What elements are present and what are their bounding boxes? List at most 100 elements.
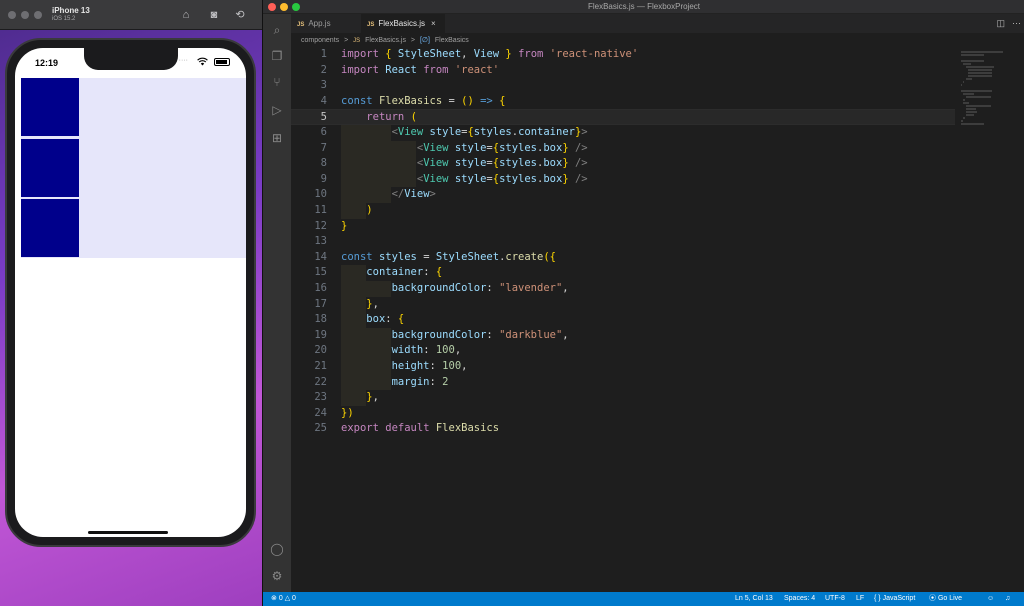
signal-dots: ···· — [178, 57, 188, 64]
line-number: 21 — [314, 360, 327, 372]
split-editor-icon[interactable]: ◫ — [996, 18, 1005, 29]
line-number: 13 — [314, 235, 327, 248]
breadcrumb-separator: > — [344, 37, 349, 44]
code-line[interactable]: 11 ) — [291, 203, 955, 219]
warning-count: 0 — [292, 595, 296, 602]
code-line[interactable]: 18 box: { — [291, 312, 955, 328]
app-box-3 — [21, 199, 79, 257]
code-line[interactable]: 10 </View> — [291, 187, 955, 203]
code-line[interactable]: 4 const FlexBasics = () => { — [291, 94, 955, 110]
breadcrumb-symbol[interactable]: FlexBasics — [435, 37, 469, 44]
code-line[interactable]: 19 backgroundColor: "darkblue", — [291, 328, 955, 344]
app-box-1 — [21, 78, 79, 136]
notifications-icon[interactable]: ♫ — [1005, 592, 1010, 606]
problems-indicator[interactable]: ⊗ 0 △ 0 — [271, 592, 296, 606]
line-number: 4 — [320, 94, 327, 107]
simulator-titlebar: iPhone 13 iOS 15.2 ⌂ ◙ ⟲ — [0, 0, 262, 30]
code-line[interactable]: 6 <View style={styles.container}> — [291, 125, 955, 141]
activity-bar: ⌕ ❐ ⑂ ▷ ⊞ ◯ ⚙ — [263, 14, 291, 592]
iphone-frame: 12:19 ···· — [5, 38, 256, 547]
source-control-icon[interactable]: ⑂ — [269, 74, 285, 90]
code-line[interactable]: 17 }, — [291, 297, 955, 313]
minimap-line — [961, 60, 985, 62]
code-line[interactable]: 16 backgroundColor: "lavender", — [291, 281, 955, 297]
minimize-window-button[interactable] — [21, 11, 29, 19]
code-line[interactable]: 7 <View style={styles.box} /> — [291, 141, 955, 157]
code-line[interactable]: 25 export default FlexBasics — [291, 421, 955, 437]
code-line[interactable]: 5 return ( — [291, 109, 955, 125]
code-line[interactable]: 13 — [291, 234, 955, 250]
minimap-line — [961, 51, 1004, 53]
minimap-line — [965, 114, 974, 116]
editor-tab-bar: JS App.js JS FlexBasics.js × ◫ ⋯ — [291, 14, 1024, 33]
code-line[interactable]: 12} — [291, 219, 955, 235]
go-live-button[interactable]: ⦿ Go Live — [929, 592, 962, 606]
breadcrumb: components > JS FlexBasics.js > [∅] Flex… — [291, 34, 1024, 47]
breadcrumb-folder[interactable]: components — [301, 37, 339, 44]
feedback-icon[interactable]: ☺ — [987, 592, 994, 606]
line-number: 7 — [320, 141, 327, 154]
error-icon: ⊗ — [271, 595, 277, 602]
minimap-line — [963, 117, 966, 119]
code-line[interactable]: 23 }, — [291, 390, 955, 406]
vscode-window: FlexBasics.js — FlexboxProject ⌕ ❐ ⑂ ▷ ⊞… — [262, 0, 1024, 606]
code-text: <View style={styles.box} /> — [416, 141, 588, 154]
minimap-line — [965, 111, 977, 113]
code-line[interactable]: 8 <View style={styles.box} /> — [291, 156, 955, 172]
home-icon[interactable]: ⌂ — [179, 8, 193, 22]
extensions-icon[interactable]: ⊞ — [269, 130, 285, 146]
code-line[interactable]: 20 width: 100, — [291, 343, 955, 359]
line-number: 23 — [314, 391, 327, 404]
home-indicator[interactable] — [88, 531, 168, 534]
encoding-setting[interactable]: UTF-8 — [825, 592, 845, 606]
tab-flexbasics-js[interactable]: JS FlexBasics.js × — [361, 14, 445, 33]
indentation-setting[interactable]: Spaces: 4 — [784, 592, 815, 606]
wifi-icon — [197, 57, 208, 66]
status-time: 12:19 — [35, 58, 59, 68]
code-text: const FlexBasics = () => { — [341, 94, 506, 107]
explorer-icon[interactable]: ❐ — [269, 48, 285, 64]
tab-app-js[interactable]: JS App.js — [291, 14, 361, 33]
code-line[interactable]: 9 <View style={styles.box} /> — [291, 172, 955, 188]
symbol-variable-icon: [∅] — [419, 37, 430, 44]
minimap-line — [963, 99, 966, 101]
code-text: backgroundColor: "darkblue", — [391, 328, 569, 341]
language-mode[interactable]: { } JavaScript — [874, 592, 915, 606]
minimap[interactable] — [955, 47, 1024, 592]
js-file-icon: JS — [353, 38, 361, 44]
code-line[interactable]: 2 import React from 'react' — [291, 63, 955, 79]
cursor-position[interactable]: Ln 5, Col 13 — [735, 592, 773, 606]
line-number: 18 — [314, 313, 327, 326]
more-actions-icon[interactable]: ⋯ — [1012, 18, 1021, 29]
account-icon[interactable]: ◯ — [269, 541, 285, 557]
code-text: import React from 'react' — [341, 63, 500, 76]
minimap-line — [965, 66, 994, 68]
simulator-device-name: iPhone 13 — [52, 6, 90, 15]
rotate-icon[interactable]: ⟲ — [233, 8, 247, 22]
code-text: box: { — [366, 313, 405, 326]
close-tab-icon[interactable]: × — [431, 19, 436, 28]
status-bar: ⊗ 0 △ 0 Ln 5, Col 13 Spaces: 4 UTF-8 LF … — [263, 592, 1024, 606]
search-icon[interactable]: ⌕ — [269, 22, 285, 38]
minimap-line — [961, 90, 992, 92]
code-text: const styles = StyleSheet.create({ — [341, 250, 556, 263]
zoom-window-button[interactable] — [34, 11, 42, 19]
code-line[interactable]: 21 height: 100, — [291, 359, 955, 375]
code-line[interactable]: 14 const styles = StyleSheet.create({ — [291, 250, 955, 266]
code-text: }) — [341, 406, 354, 419]
screenshot-icon[interactable]: ◙ — [207, 8, 221, 22]
line-number: 20 — [314, 344, 327, 357]
code-line[interactable]: 22 margin: 2 — [291, 375, 955, 391]
run-debug-icon[interactable]: ▷ — [269, 102, 285, 118]
code-line[interactable]: 3 — [291, 78, 955, 94]
minimap-line — [963, 102, 969, 104]
code-line[interactable]: 15 container: { — [291, 265, 955, 281]
code-line[interactable]: 1 import { StyleSheet, View } from 'react… — [291, 47, 955, 63]
eol-setting[interactable]: LF — [856, 592, 864, 606]
code-line[interactable]: 24}) — [291, 406, 955, 422]
settings-icon[interactable]: ⚙ — [269, 568, 285, 584]
line-number: 14 — [314, 250, 327, 263]
code-editor[interactable]: 1 import { StyleSheet, View } from 'react… — [291, 47, 955, 592]
close-window-button[interactable] — [8, 11, 16, 19]
breadcrumb-file[interactable]: FlexBasics.js — [365, 37, 406, 44]
